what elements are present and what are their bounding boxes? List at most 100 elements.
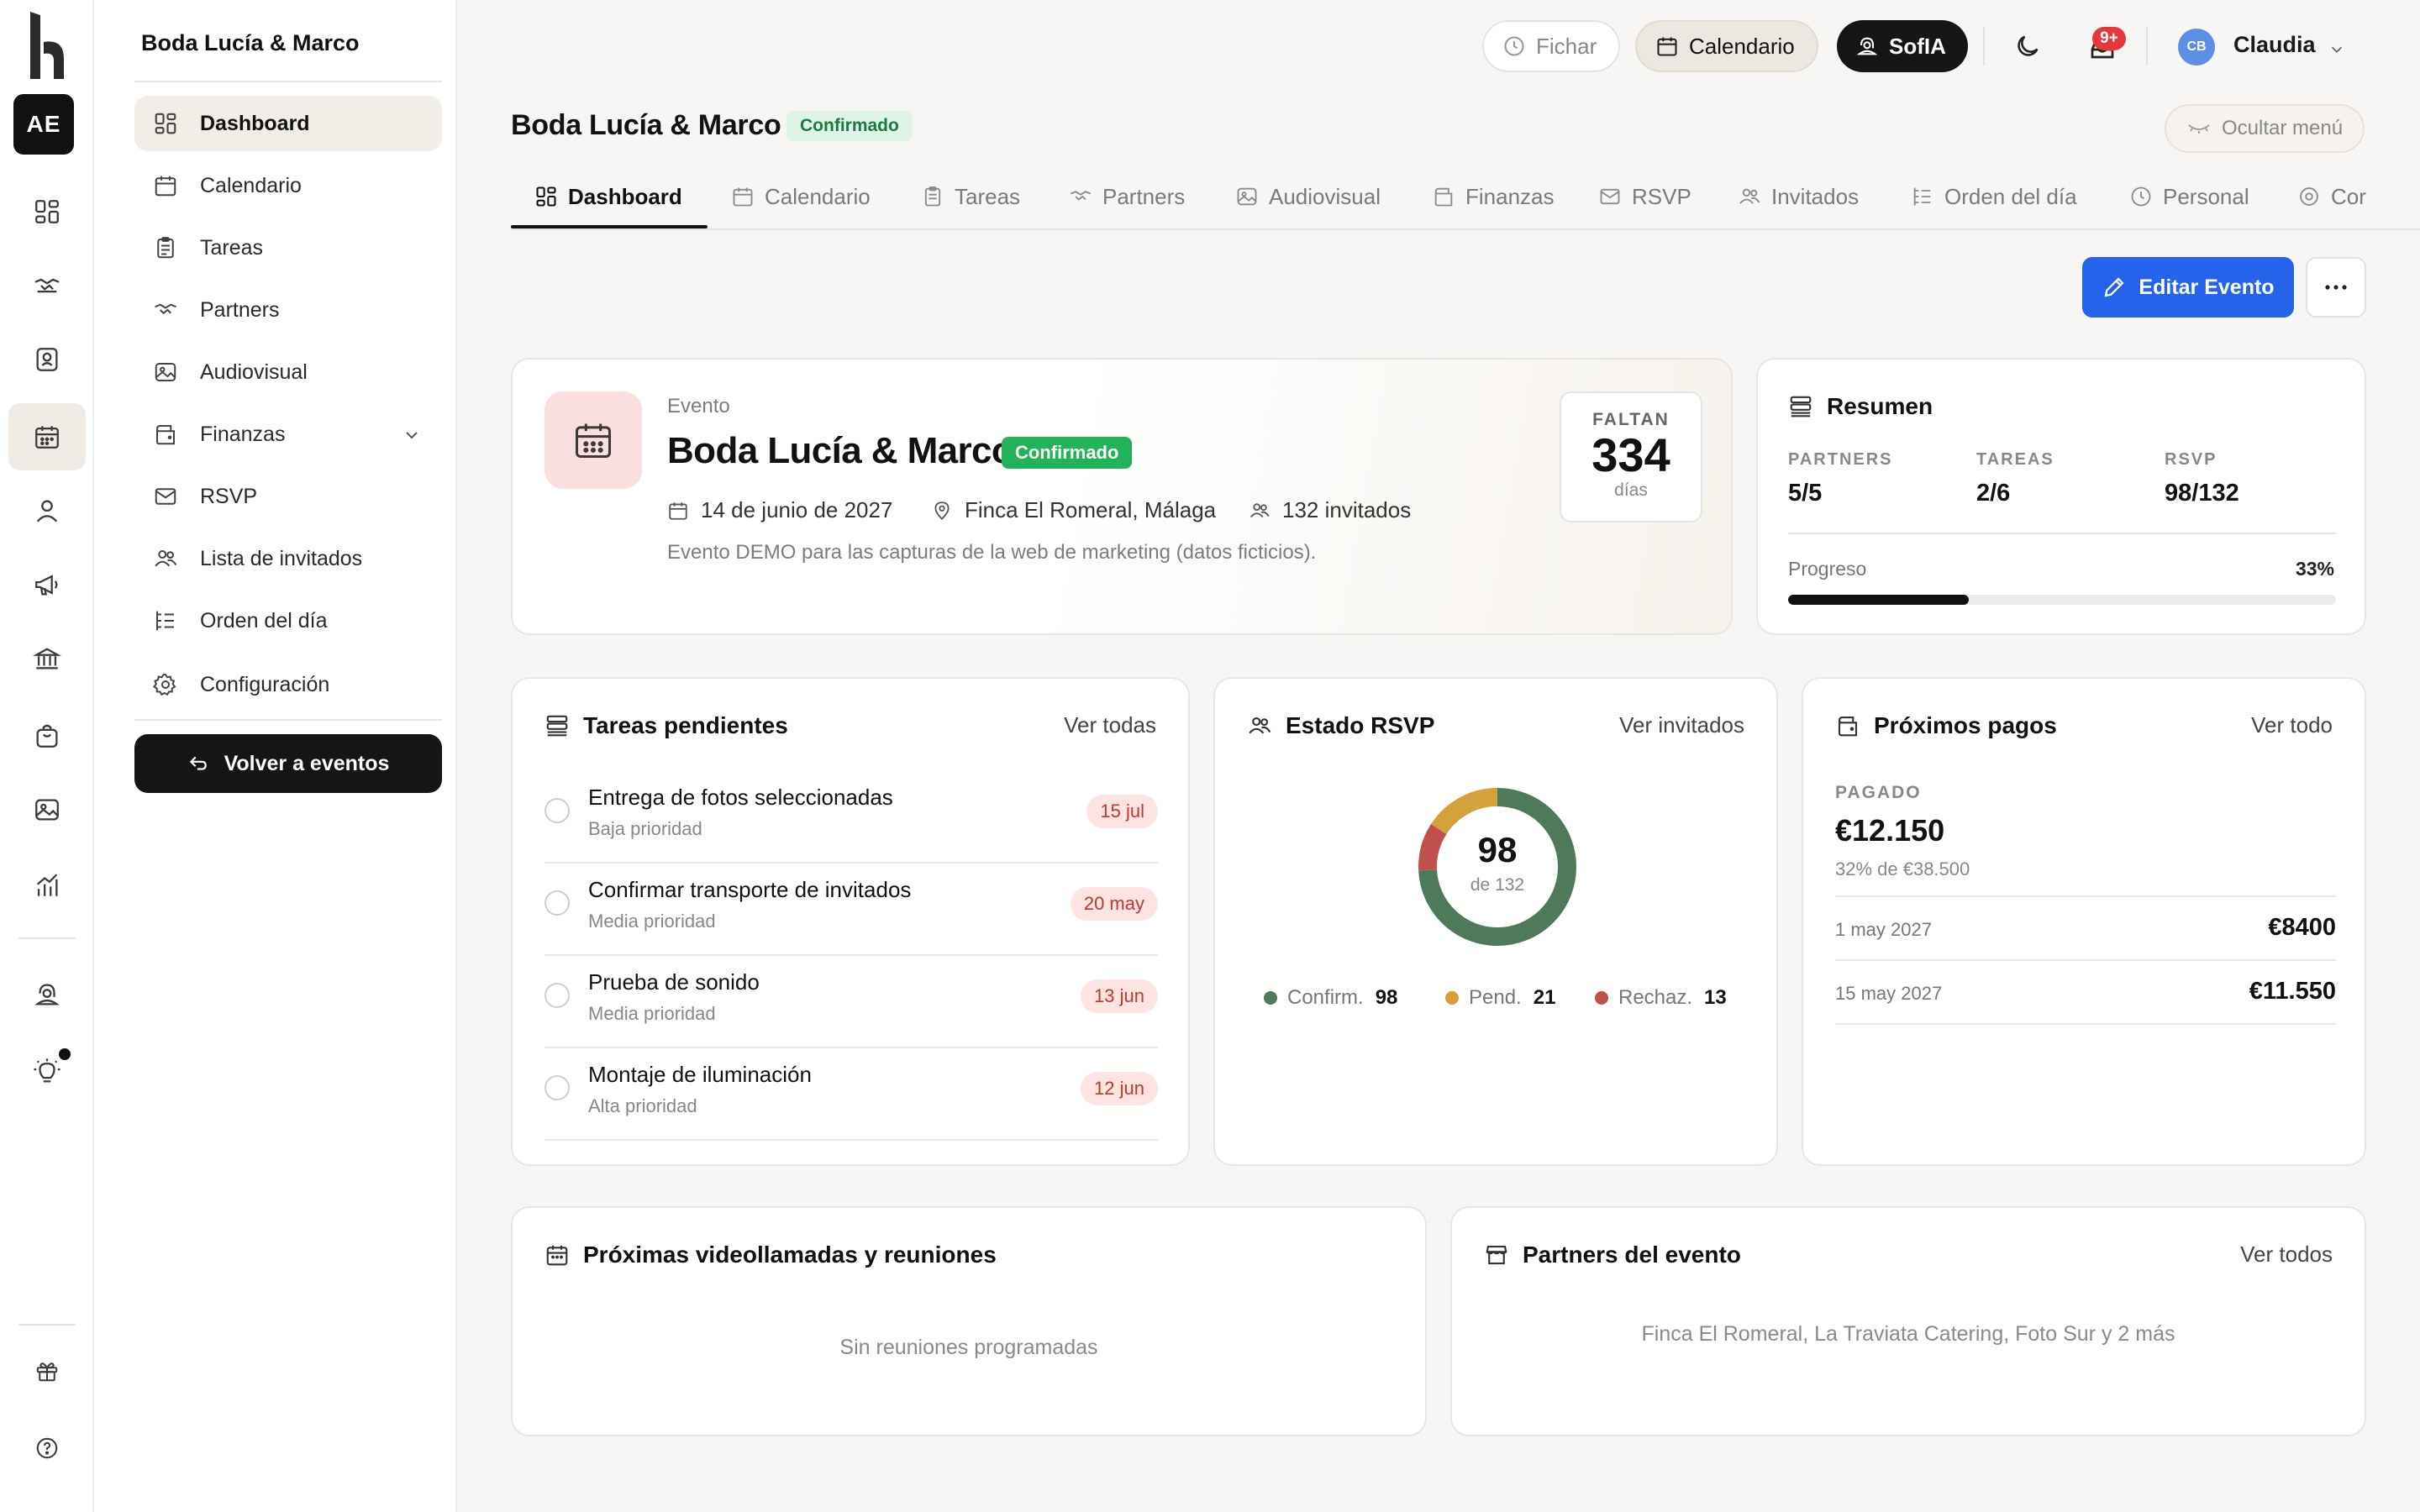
image-icon[interactable] — [20, 783, 74, 837]
chevron-down-icon[interactable] — [402, 425, 422, 445]
chevron-down-icon[interactable] — [2328, 40, 2346, 59]
contacts-icon[interactable] — [20, 333, 74, 386]
meetings-empty-state: Sin reuniones programadas — [839, 1336, 1098, 1359]
meetings-card: Próximas videollamadas y reuniones Sin r… — [511, 1206, 1427, 1436]
bag-icon[interactable] — [20, 709, 74, 763]
sidebar-item-calendario[interactable]: Calendario — [134, 158, 442, 213]
sidebar-item-invitados[interactable]: Lista de invitados — [134, 531, 442, 586]
brand-logo[interactable] — [27, 8, 67, 82]
moon-icon[interactable] — [2013, 32, 2042, 60]
gift-icon[interactable] — [20, 1344, 74, 1398]
task-checkbox[interactable] — [544, 890, 570, 916]
calendar-button[interactable]: Calendario — [1635, 20, 1818, 72]
edit-event-button[interactable]: Editar Evento — [2082, 257, 2294, 318]
progress-label: Progreso — [1788, 558, 1867, 580]
sidebar-item-label: Orden del día — [200, 608, 328, 633]
payment-row[interactable]: 15 may 2027 €11.550 — [1835, 959, 2336, 1025]
tab-configuracion[interactable]: Cor — [2297, 165, 2366, 228]
task-row[interactable]: Prueba de sonido Media prioridad 13 jun — [544, 956, 1158, 1048]
tab-personal[interactable]: Personal — [2129, 165, 2249, 228]
rsvp-confirmed-count: 98 — [1477, 830, 1518, 869]
sofia-assistant-button[interactable]: SofIA — [1837, 20, 1968, 72]
event-date-text: 14 de junio de 2027 — [701, 497, 893, 522]
legend-pending: Pend. 21 — [1445, 986, 1555, 1010]
more-options-button[interactable] — [2306, 257, 2366, 318]
sidebar-item-orden[interactable]: Orden del día — [134, 593, 442, 648]
tab-label: Finanzas — [1465, 183, 1555, 209]
app-rail: AE — [0, 0, 94, 1512]
chart-icon[interactable] — [20, 858, 74, 912]
clock-in-button[interactable]: Fichar — [1482, 20, 1621, 72]
sidebar-divider — [134, 81, 442, 82]
sidebar-item-rsvp[interactable]: RSVP — [134, 469, 442, 524]
bank-icon[interactable] — [20, 632, 74, 685]
sidebar-item-partners[interactable]: Partners — [134, 282, 442, 338]
payments-title-text: Próximos pagos — [1874, 712, 2057, 738]
tab-partners[interactable]: Partners — [1069, 165, 1185, 228]
tab-rsvp[interactable]: RSVP — [1598, 165, 1691, 228]
rsvp-total: de 132 — [1470, 875, 1525, 895]
view-all-partners-link[interactable]: Ver todos — [2240, 1242, 2333, 1268]
payment-row[interactable]: 1 may 2027 €8400 — [1835, 895, 2336, 959]
tab-finanzas[interactable]: Finanzas — [1432, 165, 1555, 228]
pending-tasks-card: Tareas pendientes Ver todas Entrega de f… — [511, 677, 1190, 1166]
calendar-icon — [544, 1242, 570, 1268]
event-tabs: Dashboard Calendario Tareas Partners Aud… — [511, 165, 2420, 230]
tab-invitados[interactable]: Invitados — [1738, 165, 1859, 228]
calendar-icon — [153, 172, 180, 199]
task-checkbox[interactable] — [544, 798, 570, 823]
paid-percentage: 32% de €38.500 — [1835, 858, 1970, 879]
back-to-events-button[interactable]: Volver a eventos — [134, 734, 442, 793]
task-priority: Alta prioridad — [588, 1095, 697, 1116]
active-tab-indicator — [511, 225, 708, 228]
avatar[interactable]: CB — [2178, 29, 2215, 66]
handshake-icon[interactable] — [20, 259, 74, 312]
hide-menu-button[interactable]: Ocultar menú — [2165, 104, 2365, 153]
sidebar-item-label: Audiovisual — [200, 360, 308, 384]
tasks-title-text: Tareas pendientes — [583, 712, 788, 738]
stack-icon — [544, 713, 570, 738]
user-name[interactable]: Claudia — [2233, 32, 2316, 58]
event-description: Evento DEMO para las capturas de la web … — [667, 541, 1317, 564]
sidebar-item-audiovisual[interactable]: Audiovisual — [134, 344, 442, 400]
sidebar-item-configuracion[interactable]: Configuración — [134, 657, 442, 712]
calendar-icon[interactable] — [8, 403, 86, 470]
user-icon[interactable] — [20, 484, 74, 538]
task-row[interactable]: Entrega de fotos seleccionadas Baja prio… — [544, 771, 1158, 864]
legend-label: Confirm. — [1287, 986, 1364, 1009]
event-guests: 132 invitados — [1249, 497, 1411, 523]
progress-bar-fill — [1788, 595, 1970, 605]
back-to-events-label: Volver a eventos — [224, 751, 390, 775]
tab-calendario[interactable]: Calendario — [731, 165, 871, 228]
tab-tareas[interactable]: Tareas — [921, 165, 1020, 228]
sidebar-item-dashboard[interactable]: Dashboard — [134, 96, 442, 151]
task-row[interactable]: Confirmar transporte de invitados Media … — [544, 864, 1158, 956]
tab-orden-del-dia[interactable]: Orden del día — [1911, 165, 2077, 228]
tab-dashboard[interactable]: Dashboard — [534, 165, 682, 228]
legend-value: 21 — [1533, 986, 1556, 1009]
countdown-box: FALTAN 334 días — [1560, 391, 1702, 522]
view-all-payments-link[interactable]: Ver todo — [2251, 712, 2333, 738]
task-checkbox[interactable] — [544, 983, 570, 1008]
wallet-icon — [153, 421, 180, 448]
wallet-icon — [1835, 713, 1860, 738]
view-all-tasks-link[interactable]: Ver todas — [1064, 712, 1156, 738]
megaphone-icon[interactable] — [20, 558, 74, 612]
paid-amount: €12.150 — [1835, 813, 1945, 848]
sidebar-item-tareas[interactable]: Tareas — [134, 220, 442, 276]
grid-icon — [534, 185, 558, 208]
grid-icon[interactable] — [20, 185, 74, 239]
stat-value: 2/6 — [1976, 480, 2011, 507]
sidebar-item-finanzas[interactable]: Finanzas — [134, 407, 442, 462]
sofia-label: SofIA — [1889, 33, 1946, 59]
view-guests-link[interactable]: Ver invitados — [1619, 712, 1744, 738]
task-checkbox[interactable] — [544, 1075, 570, 1100]
tab-audiovisual[interactable]: Audiovisual — [1235, 165, 1381, 228]
org-switcher[interactable]: AE — [13, 94, 74, 155]
calendar-icon — [731, 185, 755, 208]
support-icon[interactable] — [20, 968, 74, 1021]
event-venue-text: Finca El Romeral, Málaga — [965, 497, 1217, 522]
help-icon[interactable] — [20, 1421, 74, 1475]
task-row[interactable]: Montaje de iluminación Alta prioridad 12… — [544, 1048, 1158, 1141]
sidebar-item-label: RSVP — [200, 484, 258, 508]
